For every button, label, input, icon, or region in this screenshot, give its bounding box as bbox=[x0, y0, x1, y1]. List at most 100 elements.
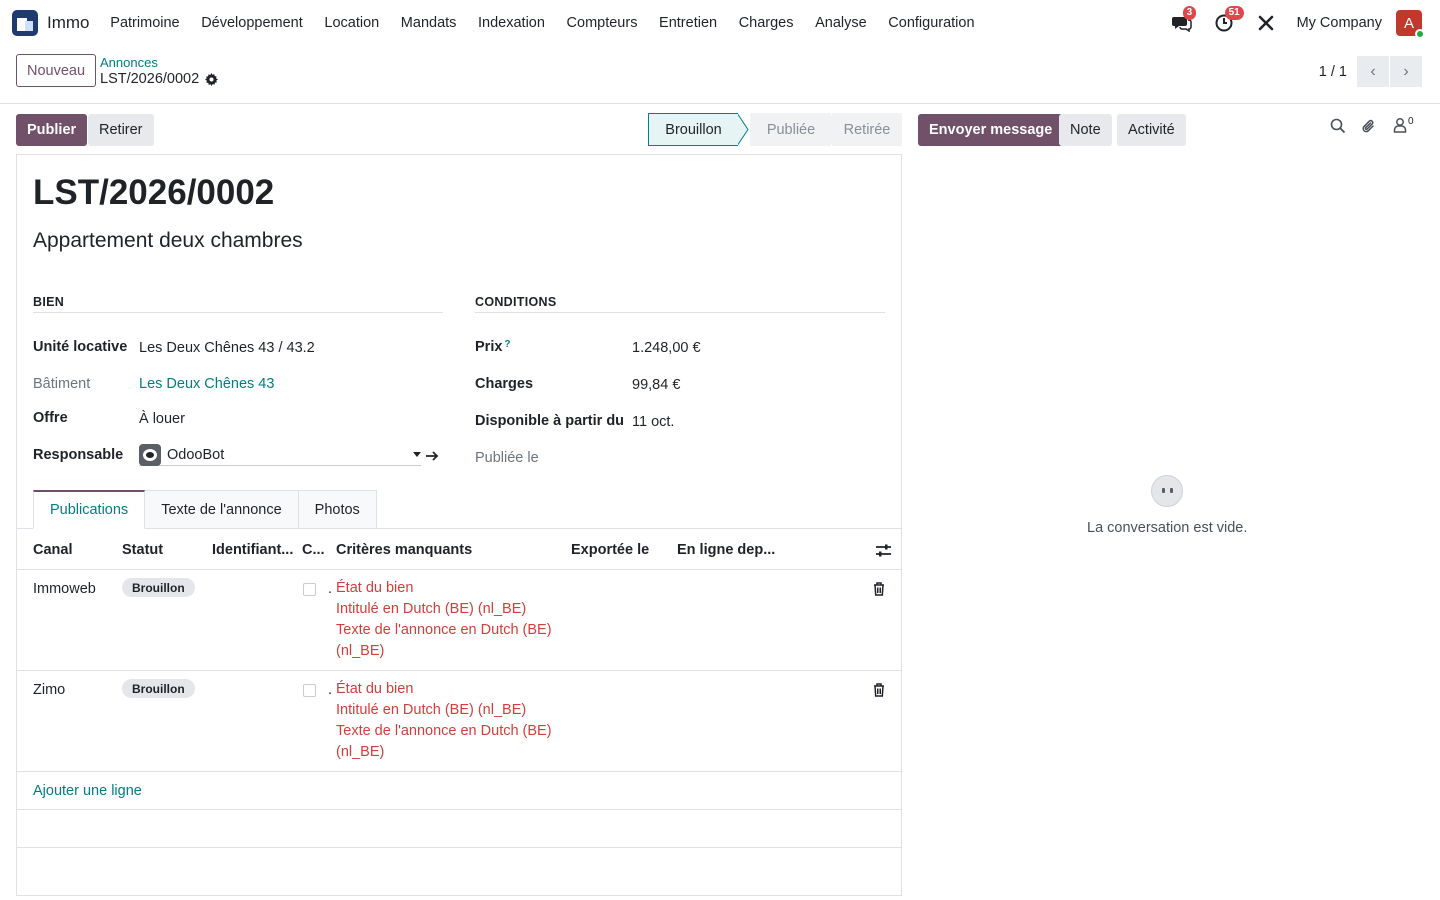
group-bien-heading: BIEN bbox=[33, 295, 65, 309]
form-sheet: LST/2026/0002 Appartement deux chambres … bbox=[16, 154, 902, 896]
breadcrumb-current: LST/2026/0002 bbox=[100, 71, 219, 87]
caret-down-icon[interactable] bbox=[413, 452, 421, 458]
column-criteres[interactable]: Critères manquants bbox=[336, 542, 472, 558]
missing-criterion: Texte de l'annonce en Dutch (BE) bbox=[336, 723, 552, 739]
gear-icon[interactable] bbox=[205, 72, 219, 86]
row-divider bbox=[17, 670, 901, 671]
messages-badge: 3 bbox=[1182, 6, 1197, 20]
menu-compteurs[interactable]: Compteurs bbox=[556, 15, 649, 31]
stage-publiee[interactable]: Publiée bbox=[750, 113, 832, 146]
tab-texte-annonce[interactable]: Texte de l'annonce bbox=[145, 490, 299, 529]
status-bar: Brouillon Publiée Retirée bbox=[648, 113, 902, 146]
missing-criterion: Texte de l'annonce en Dutch (BE) bbox=[336, 622, 552, 638]
listing-name-field[interactable]: Appartement deux chambres bbox=[33, 229, 303, 253]
publish-button[interactable]: Publier bbox=[16, 114, 88, 146]
optional-columns-toggle-icon[interactable] bbox=[876, 544, 891, 557]
person-icon bbox=[1393, 118, 1407, 133]
menu-entretien[interactable]: Entretien bbox=[648, 15, 728, 31]
missing-criterion: Intitulé en Dutch (BE) (nl_BE) bbox=[336, 702, 527, 718]
group-divider bbox=[475, 312, 885, 313]
log-note-button[interactable]: Note bbox=[1059, 114, 1112, 146]
label-charges: Charges bbox=[475, 376, 534, 392]
field-responsable[interactable]: OdooBot bbox=[139, 443, 421, 466]
tab-publications[interactable]: Publications bbox=[33, 490, 146, 529]
column-statut[interactable]: Statut bbox=[122, 542, 163, 558]
missing-criterion: (nl_BE) bbox=[336, 744, 385, 760]
new-button[interactable]: Nouveau bbox=[16, 54, 97, 87]
breadcrumb-annonces[interactable]: Annonces bbox=[100, 55, 158, 70]
avatar-letter: A bbox=[1403, 14, 1414, 32]
internal-link-arrow-icon[interactable] bbox=[425, 450, 439, 462]
label-unite-locative: Unité locative bbox=[33, 339, 128, 355]
row1-prefix: . bbox=[328, 581, 333, 597]
column-identifiant[interactable]: Identifiant... bbox=[212, 542, 293, 558]
pager: 1 / 1 ‹ › bbox=[1319, 56, 1422, 87]
menu-configuration[interactable]: Configuration bbox=[877, 15, 985, 31]
menu-developpement[interactable]: Développement bbox=[190, 15, 313, 31]
chatter-search-icon[interactable] bbox=[1330, 118, 1346, 134]
app-building-icon[interactable] bbox=[12, 10, 38, 36]
pager-next-button[interactable]: › bbox=[1390, 56, 1422, 87]
field-batiment-link[interactable]: Les Deux Chênes 43 bbox=[139, 376, 274, 392]
row2-criteres-list: État du bien Intitulé en Dutch (BE) (nl_… bbox=[336, 679, 552, 763]
trash-icon[interactable] bbox=[873, 582, 885, 596]
column-c[interactable]: C... bbox=[302, 542, 325, 558]
followers-button[interactable]: 0 bbox=[1393, 116, 1414, 133]
activities-clock-icon[interactable]: 51 bbox=[1213, 6, 1244, 34]
withdraw-button[interactable]: Retirer bbox=[88, 114, 154, 146]
pager-previous-button[interactable]: ‹ bbox=[1357, 56, 1389, 87]
label-disponible: Disponible à partir du bbox=[475, 413, 625, 429]
group-divider bbox=[33, 312, 443, 313]
help-tooltip-icon[interactable]: ? bbox=[504, 339, 510, 350]
add-line-link[interactable]: Ajouter une ligne bbox=[33, 783, 142, 799]
field-unite-locative[interactable]: Les Deux Chênes 43 / 43.2 bbox=[139, 340, 315, 356]
trash-icon[interactable] bbox=[873, 683, 885, 697]
stage-arrow-icon bbox=[737, 113, 749, 146]
pager-value[interactable]: 1 / 1 bbox=[1319, 64, 1347, 80]
odoobot-avatar bbox=[139, 443, 161, 466]
row2-checkbox[interactable] bbox=[303, 684, 316, 697]
menu-analyse[interactable]: Analyse bbox=[804, 15, 877, 31]
label-responsable: Responsable bbox=[33, 447, 124, 463]
field-charges[interactable]: 99,84 € bbox=[632, 377, 680, 393]
label-offre: Offre bbox=[33, 410, 68, 426]
row1-canal[interactable]: Immoweb bbox=[33, 581, 96, 597]
row1-checkbox[interactable] bbox=[303, 583, 316, 596]
row2-status-badge: Brouillon bbox=[122, 679, 195, 698]
stage-brouillon[interactable]: Brouillon bbox=[648, 113, 738, 146]
tab-photos[interactable]: Photos bbox=[298, 490, 377, 529]
stage-retiree[interactable]: Retirée bbox=[832, 113, 902, 146]
record-title: LST/2026/0002 bbox=[33, 173, 275, 212]
missing-criterion: Intitulé en Dutch (BE) (nl_BE) bbox=[336, 601, 527, 617]
column-exportee[interactable]: Exportée le bbox=[571, 542, 649, 558]
row2-prefix: . bbox=[328, 682, 333, 698]
top-navbar: Immo Patrimoine Développement Location M… bbox=[0, 0, 1440, 46]
row2-canal[interactable]: Zimo bbox=[33, 682, 65, 698]
menu-mandats[interactable]: Mandats bbox=[390, 15, 467, 31]
empty-face-icon bbox=[1151, 475, 1183, 507]
field-offre[interactable]: À louer bbox=[139, 411, 185, 427]
label-prix-text: Prix bbox=[475, 339, 503, 355]
missing-criterion: État du bien bbox=[336, 580, 414, 596]
row-divider bbox=[17, 809, 901, 810]
company-switcher[interactable]: My Company bbox=[1297, 15, 1382, 31]
column-canal[interactable]: Canal bbox=[33, 542, 73, 558]
row-divider bbox=[17, 771, 901, 772]
menu-location[interactable]: Location bbox=[314, 15, 390, 31]
menu-indexation[interactable]: Indexation bbox=[467, 15, 556, 31]
menu-patrimoine[interactable]: Patrimoine bbox=[100, 15, 191, 31]
menu-charges[interactable]: Charges bbox=[728, 15, 804, 31]
field-prix[interactable]: 1.248,00 € bbox=[632, 340, 701, 356]
control-panel: Nouveau Annonces LST/2026/0002 1 / 1 ‹ › bbox=[0, 46, 1440, 104]
send-message-button[interactable]: Envoyer message bbox=[918, 114, 1064, 146]
paperclip-icon[interactable] bbox=[1361, 118, 1377, 136]
field-disponible[interactable]: 11 oct. bbox=[632, 414, 674, 430]
app-name[interactable]: Immo bbox=[47, 13, 90, 33]
messages-icon[interactable]: 3 bbox=[1171, 6, 1197, 34]
column-en-ligne[interactable]: En ligne dep... bbox=[677, 542, 775, 558]
user-avatar[interactable]: A bbox=[1396, 10, 1425, 39]
debug-tools-icon[interactable] bbox=[1255, 12, 1277, 34]
missing-criterion: État du bien bbox=[336, 681, 414, 697]
online-status-dot bbox=[1415, 29, 1425, 39]
activity-button[interactable]: Activité bbox=[1117, 114, 1186, 146]
